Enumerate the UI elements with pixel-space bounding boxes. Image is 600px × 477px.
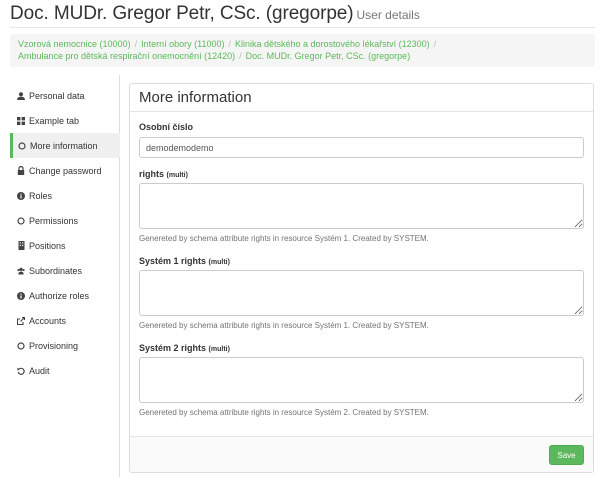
- system1-rights-label-text: Systém 1 rights: [139, 256, 207, 266]
- sidebar-item-label: Subordinates: [29, 265, 83, 276]
- sidebar-item-provisioning[interactable]: Provisioning: [10, 333, 120, 358]
- sidebar-item-label: Audit: [29, 365, 50, 376]
- page-title: Doc. MUDr. Gregor Petr, CSc. (gregorpe) U…: [10, 3, 595, 25]
- breadcrumb-separator: /: [239, 51, 242, 61]
- sidebar-item-roles[interactable]: Roles: [10, 183, 120, 208]
- breadcrumb: Vzorová nemocnice (10000) / Interní obory …: [10, 34, 595, 67]
- page-header: Doc. MUDr. Gregor Petr, CSc. (gregorpe) U…: [10, 3, 595, 28]
- building-icon: [17, 241, 25, 251]
- sidebar-item-label: Accounts: [29, 315, 67, 326]
- system2-rights-label: Systém 2 rights (multi): [139, 343, 230, 353]
- sidebar-item-label: Example tab: [29, 115, 80, 126]
- breadcrumb-line-1: Vzorová nemocnice (10000) / Interní obory …: [18, 38, 587, 50]
- sidebar-item-label: Permissions: [29, 215, 79, 226]
- sidebar-item-label: Provisioning: [29, 340, 79, 351]
- circle-icon: [17, 341, 25, 351]
- external-link-icon: [17, 316, 25, 326]
- undo-icon: [17, 366, 25, 376]
- circle-icon: [17, 216, 25, 226]
- users-icon: [17, 266, 25, 276]
- osobni-cislo-label: Osobní číslo: [139, 122, 193, 132]
- breadcrumb-item-ambulance[interactable]: Ambulance pro dětská respirační onemocně…: [18, 51, 235, 61]
- rights-textarea[interactable]: [139, 183, 584, 229]
- sidebar-item-label: Change password: [29, 165, 102, 176]
- user-icon: [17, 91, 25, 101]
- circle-icon: [18, 141, 26, 151]
- sidebar-item-change-password[interactable]: Change password: [10, 158, 120, 183]
- sidebar-item-label: Personal data: [29, 90, 85, 101]
- info-icon: [17, 291, 25, 301]
- sidebar-item-permissions[interactable]: Permissions: [10, 208, 120, 233]
- system2-rights-help-text: Genereted by schema attribute rights in …: [139, 408, 429, 417]
- system2-rights-label-text: Systém 2 rights: [139, 343, 207, 353]
- sidebar-item-personal-data[interactable]: Personal data: [10, 83, 120, 108]
- sidebar-item-label: Authorize roles: [29, 290, 90, 301]
- more-information-panel: More information Osobní číslo rights (mu…: [129, 83, 594, 473]
- system2-rights-multi-tag: (multi): [208, 346, 230, 353]
- sidebar-item-label: Roles: [29, 190, 53, 201]
- breadcrumb-item-clinic[interactable]: Klinika dětského a dorostového lékařství…: [235, 39, 430, 49]
- panel-title: More information: [139, 89, 252, 106]
- sidebar-item-positions[interactable]: Positions: [10, 233, 120, 258]
- info-icon: [17, 191, 25, 201]
- breadcrumb-item-internal[interactable]: Interní obory (11000): [141, 39, 224, 49]
- sidebar-item-subordinates[interactable]: Subordinates: [10, 258, 120, 283]
- breadcrumb-line-2: Ambulance pro dětská respirační onemocně…: [18, 50, 587, 62]
- system1-rights-textarea[interactable]: [139, 270, 584, 316]
- sidebar-item-label: Positions: [29, 240, 66, 251]
- sidebar-item-audit[interactable]: Audit: [10, 358, 120, 383]
- breadcrumb-separator: /: [134, 39, 138, 49]
- rights-label: rights (multi): [139, 169, 188, 179]
- osobni-cislo-label-text: Osobní číslo: [139, 122, 194, 132]
- lock-icon: [17, 166, 25, 176]
- sidebar-item-example-tab[interactable]: Example tab: [10, 108, 120, 133]
- panel-footer: Save: [130, 436, 593, 472]
- sidebar: Personal data Example tab More informati…: [10, 75, 120, 477]
- sidebar-item-authorize-roles[interactable]: Authorize roles: [10, 283, 120, 308]
- system1-rights-help-text: Genereted by schema attribute rights in …: [139, 321, 429, 330]
- page-subtitle: User details: [356, 8, 420, 22]
- grid-icon: [17, 116, 25, 126]
- sidebar-item-more-information[interactable]: More information: [10, 133, 120, 158]
- sidebar-item-accounts[interactable]: Accounts: [10, 308, 120, 333]
- breadcrumb-separator: /: [228, 39, 231, 49]
- breadcrumb-item-hospital[interactable]: Vzorová nemocnice (10000): [18, 39, 131, 49]
- system1-rights-multi-tag: (multi): [208, 259, 230, 266]
- rights-label-text: rights: [139, 169, 165, 179]
- sidebar-item-label: More information: [30, 140, 98, 151]
- breadcrumb-item-user[interactable]: Doc. MUDr. Gregor Petr, CSc. (gregorpe): [246, 51, 411, 61]
- breadcrumb-separator: /: [433, 39, 437, 49]
- system1-rights-label: Systém 1 rights (multi): [139, 256, 230, 266]
- save-button[interactable]: Save: [549, 445, 584, 465]
- system2-rights-textarea[interactable]: [139, 357, 584, 403]
- page-title-text: Doc. MUDr. Gregor Petr, CSc. (gregorpe): [10, 3, 354, 24]
- rights-multi-tag: (multi): [166, 172, 188, 179]
- panel-header: More information: [130, 84, 593, 112]
- rights-help-text: Genereted by schema attribute rights in …: [139, 234, 429, 243]
- osobni-cislo-input[interactable]: [139, 137, 584, 158]
